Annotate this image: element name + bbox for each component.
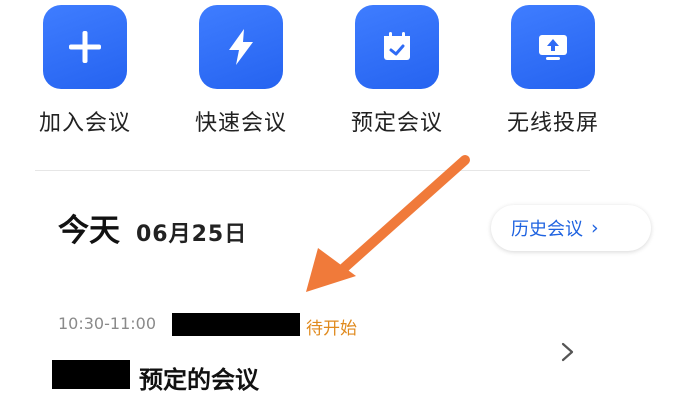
meeting-list-item[interactable]: 10:30-11:00 待开始 预定的会议: [0, 300, 690, 413]
redacted-block: [172, 313, 300, 336]
today-label: 今天: [58, 213, 120, 249]
screen-cast-icon: [539, 35, 567, 60]
schedule-meeting-tile[interactable]: [355, 5, 439, 89]
today-header: 今天 06月25日: [58, 205, 247, 255]
schedule-meeting-action[interactable]: 预定会议: [317, 5, 477, 145]
quick-meeting-label: 快速会议: [194, 111, 287, 136]
quick-actions: 加入会议 快速会议 预定会议 无线投屏: [0, 0, 690, 150]
redacted-block: [52, 360, 130, 389]
wireless-cast-label: 无线投屏: [506, 111, 599, 136]
history-meetings-label: 历史会议: [511, 219, 583, 240]
chevron-right-icon: ›: [591, 217, 599, 239]
chevron-right-icon: [561, 342, 574, 362]
schedule-meeting-label: 预定会议: [350, 111, 443, 136]
meeting-time: 10:30-11:00: [58, 314, 156, 333]
calendar-check-icon: [384, 32, 410, 60]
meeting-status: 待开始: [306, 319, 357, 339]
section-divider: [35, 170, 590, 171]
join-meeting-label: 加入会议: [38, 111, 131, 136]
join-meeting-action[interactable]: 加入会议: [5, 5, 165, 145]
wireless-cast-action[interactable]: 无线投屏: [473, 5, 633, 145]
meeting-title: 预定的会议: [139, 366, 259, 394]
quick-meeting-action[interactable]: 快速会议: [161, 5, 321, 145]
plus-icon: [69, 31, 101, 63]
wireless-cast-tile[interactable]: [511, 5, 595, 89]
today-date: 06月25日: [136, 222, 248, 247]
quick-meeting-tile[interactable]: [199, 5, 283, 89]
join-meeting-tile[interactable]: [43, 5, 127, 89]
history-meetings-button[interactable]: 历史会议 ›: [491, 205, 651, 251]
lightning-icon: [229, 29, 253, 65]
